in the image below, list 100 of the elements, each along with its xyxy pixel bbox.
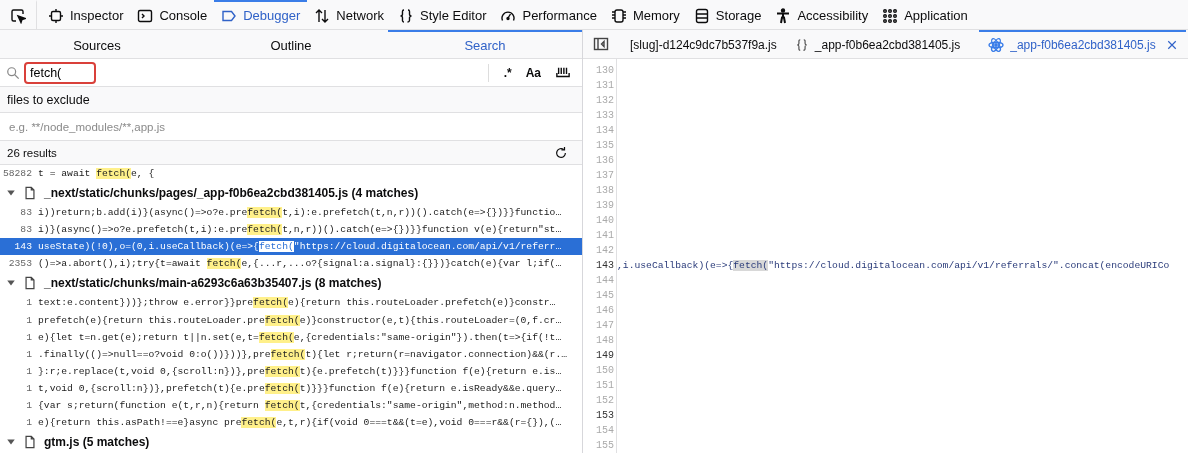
regex-toggle[interactable]: .* [498,65,517,80]
sidebar-toggle-icon [593,36,609,52]
line-number: 1 [25,314,33,326]
line-number: 148 [595,334,615,348]
line-number: 132 [595,94,615,108]
line-number: 134 [595,124,615,138]
devtools-tab[interactable]: Accessibility [768,0,876,29]
editor-tab[interactable]: _app-f0b6ea2cbd381405.js [979,30,1186,58]
exclude-label: files to exclude [7,92,90,107]
line-number: 146 [595,304,615,318]
atom-icon [988,37,1005,53]
panel-tab[interactable]: Sources [0,30,194,58]
devtools-tab[interactable]: Memory [603,0,687,29]
line-number: 1 [25,331,33,343]
code-line: e){return this.asPath!==e}async prefetch(e,t,r){if(void 0===t&&(t=e),void 0===r&&(r={}),(… [38,416,562,428]
devtools-tab[interactable]: Console [130,0,215,29]
braces-icon [794,38,809,52]
devtools-tab[interactable]: Storage [686,0,769,29]
line-number: 153 [595,409,615,423]
line-number: 145 [595,289,615,303]
line-number: 83 [19,224,33,236]
line-number: 142 [595,244,615,258]
line-number: 83 [19,207,33,219]
storage-icon [693,7,710,24]
code-line: prefetch(e){return this.routeLoader.prefetch(e)}constructor(e,t){this.routeLoader=(0,f.cr… [38,314,562,326]
code-line: i))return;b.add(i)}(async()=>o?e.prefetch(t,i):e.prefetch(t,n,r))().catch(e=>{})}}functio… [38,207,562,219]
devtools-tab[interactable]: Network [307,0,391,29]
search-result[interactable]: 2353 ()=>a.abort(),i);try{t=await fetch(e,{...r,...o?{signal:a.signal}:{}})}catch(e){var l;if(… [0,255,582,273]
search-result[interactable]: 1 e){let t=n.get(e);return t||n.set(e,t=fetch(e,{credentials:"same-origin"}).then(t=>{if(!t… [0,328,582,346]
box-icon [48,7,64,24]
code-line: i)}(async()=>o?e.prefetch(t,i):e.prefetch(t,n,r))().catch(e=>{})}}function v(e){return"st… [38,224,562,236]
search-result[interactable]: 1 .finally(()=>null==o?void 0:o())}))},prefetch(t){let r;return(r=navigator.connection)&&(r.… [0,345,582,363]
line-number: 136 [595,154,615,168]
braces-icon [398,7,414,24]
line-number: 133 [595,109,615,123]
editor-tab[interactable]: _app-f0b6ea2cbd381405.js [785,30,970,58]
line-number: 1 [25,365,33,377]
search-result[interactable]: 1 }:r;e.replace(t,void 0,{scroll:n})},prefetch(t){e.prefetch(t)}}}function f(e){return e.is… [0,362,582,380]
search-result[interactable]: 1 e){return this.asPath!==e}async prefetch(e,t,r){if(void 0===t&&(t=e),void 0===r&&(r={}),(… [0,413,582,431]
line-number: 1 [25,382,33,394]
devtools-tab[interactable]: Application [875,0,975,29]
code-line: t,void 0,{scroll:n})},prefetch(t){e.prefetch(t)}}}function f(e){return e.isReady&&e.query… [38,382,562,394]
line-number: 155 [595,439,615,453]
file-name: _next/static/chunks/pages/_app-f0b6ea2cbd381405.js (4 matches) [44,186,419,201]
grid-icon [882,7,899,24]
line-number: 139 [595,199,615,213]
search-icon [6,65,20,80]
file-result[interactable]: _next/static/chunks/main-a6293c6a63b35407.js (8 matches) [0,272,582,295]
close-icon [1165,39,1178,51]
file-result[interactable]: _next/static/chunks/pages/_app-f0b6ea2cbd381405.js (4 matches) [0,182,582,205]
search-result[interactable]: 1 t,void 0,{scroll:n})},prefetch(t){e.prefetch(t)}}}function f(e){return e.isReady&&e.query… [0,379,582,397]
search-result[interactable]: 83 i)}(async()=>o?e.prefetch(t,i):e.prefetch(t,n,r))().catch(e=>{})}}function v(e){return"st… [0,221,582,239]
tab-label: _app-f0b6ea2cbd381405.js [814,38,961,52]
line-number: 149 [595,349,615,363]
search-result[interactable]: 1 prefetch(e){return this.routeLoader.prefetch(e)}constructor(e,t){this.routeLoader=(0,f.cr… [0,311,582,329]
line-number: 58282 [1,168,33,180]
line-number: 144 [595,274,615,288]
search-result[interactable]: 1 {var s;return(function e(t,r,n){return fetch(t,{credentials:"same-origin",method:n.method… [0,396,582,414]
code-line: ()=>a.abort(),i);try{t=await fetch(e,{...r,...o?{signal:a.signal}:{}})}catch(e){var l;if(… [38,258,562,270]
line-number: 138 [595,184,615,198]
line-number: 151 [595,379,615,393]
arrows-icon [314,7,331,24]
line-number: 1 [25,416,33,428]
line-number: 130 [595,64,615,78]
chip-icon [610,7,627,24]
code-line: .finally(()=>null==o?void 0:o())}))},prefetch(t){let r;return(r=navigator.connection)&&(r.… [38,348,568,360]
panel-tab[interactable]: Outline [194,30,388,58]
file-result[interactable]: gtm.js (5 matches) [0,431,582,453]
line-number: 154 [595,424,615,438]
line-number: 131 [595,79,615,93]
refresh-icon [554,145,568,160]
editor-tab[interactable]: [slug]-d124c9dc7b537f9a.js [621,30,786,58]
devtools-tab[interactable]: Performance [493,0,604,29]
results-count: 26 results [7,146,57,159]
file-name: gtm.js (5 matches) [44,435,150,449]
line-number: 143 [595,259,615,273]
match-case-toggle[interactable]: Aa [520,65,546,80]
code-line: {var s;return(function e(t,r,n){return fetch(t,{credentials:"same-origin",method:n.method… [38,399,562,411]
line-number: 137 [595,169,615,183]
cursor-icon [10,7,26,24]
devtools-tab[interactable]: Inspector [41,0,131,29]
search-result[interactable]: 58282 t = await fetch(e, { [0,165,582,183]
line-number: 147 [595,319,615,333]
code-line: }:r;e.replace(t,void 0,{scroll:n})},prefetch(t){e.prefetch(t)}}}function f(e){return e.is… [38,365,562,377]
line-number: 141 [595,229,615,243]
code-line: useState)(!0),o=(0,i.useCallback)(e=>{fetch("https://cloud.digitalocean.com/api/v1/referr… [38,241,562,253]
line-number: 2353 [7,258,33,270]
line-number: 150 [595,364,615,378]
search-input[interactable]: fetch( [24,61,96,84]
search-result[interactable]: 1 text:e.content}))};throw e.error}}prefetch(e){return this.routeLoader.prefetch(e)}constr… [0,294,582,312]
search-result[interactable]: 83 i))return;b.add(i)}(async()=>o?e.prefetch(t,i):e.prefetch(t,n,r))().catch(e=>{})}}functio… [0,204,582,222]
refresh-button[interactable] [554,145,568,160]
code-line: e){let t=n.get(e);return t||n.set(e,t=fetch(e,{credentials:"same-origin"}).then(t=>{if(!t… [38,331,562,343]
line-number: 135 [595,139,615,153]
panel-tab[interactable]: Search [388,30,582,58]
tab-label: _app-f0b6ea2cbd381405.js [1010,38,1156,52]
code-line: ,i.useCallback)(e=>{fetch("https://cloud.digitalocean.com/api/v1/referrals/".concat(encodeURICo [617,260,1170,271]
code-line: text:e.content}))};throw e.error}}prefetch(e){return this.routeLoader.prefetch(e)}constr… [38,297,556,309]
devtools-tab[interactable]: Style Editor [391,0,494,29]
search-result[interactable]: 143 useState)(!0),o=(0,i.useCallback)(e=>{fetch("https://cloud.digitalocean.com/api/v1/referr… [0,238,582,256]
